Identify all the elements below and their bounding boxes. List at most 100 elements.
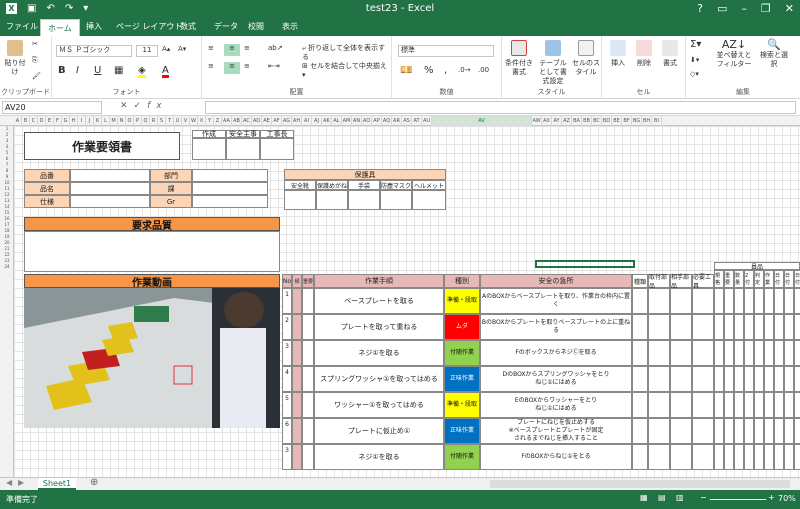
row-check[interactable] bbox=[784, 418, 794, 444]
row-check[interactable] bbox=[774, 340, 784, 366]
zoom-in-icon[interactable]: + bbox=[768, 493, 775, 502]
horizontal-scrollbar[interactable] bbox=[490, 480, 790, 488]
row-kind[interactable]: ムダ bbox=[444, 314, 480, 340]
column-header[interactable]: C bbox=[30, 116, 38, 126]
row-freq[interactable] bbox=[292, 392, 302, 418]
row-step[interactable]: ネジ①を取る bbox=[314, 444, 444, 470]
info-label[interactable]: 課 bbox=[150, 182, 192, 195]
row-check[interactable] bbox=[754, 392, 764, 418]
font-name-select[interactable]: ＭＳ Ｐゴシック bbox=[56, 45, 132, 57]
format-table-button[interactable]: テーブルとして書式設定 bbox=[536, 40, 570, 86]
enter-icon[interactable]: ✓ bbox=[134, 101, 148, 111]
row-check[interactable] bbox=[784, 340, 794, 366]
row-mate[interactable] bbox=[670, 288, 692, 314]
row-check[interactable] bbox=[794, 366, 800, 392]
row-part[interactable] bbox=[648, 314, 670, 340]
column-header[interactable]: BA bbox=[572, 116, 582, 126]
align-middle-icon[interactable]: ≡ bbox=[224, 44, 240, 56]
row-check[interactable] bbox=[744, 392, 754, 418]
column-header[interactable]: AW bbox=[532, 116, 542, 126]
column-header[interactable]: O bbox=[126, 116, 134, 126]
row-check[interactable] bbox=[784, 288, 794, 314]
column-header[interactable]: AF bbox=[272, 116, 282, 126]
info-value[interactable] bbox=[192, 182, 268, 195]
info-value[interactable] bbox=[192, 169, 268, 182]
column-header[interactable]: AY bbox=[552, 116, 562, 126]
col-subheader[interactable]: 日付 bbox=[794, 270, 800, 288]
row-part[interactable] bbox=[648, 392, 670, 418]
approval-label[interactable]: 安全主事 bbox=[226, 130, 260, 138]
row-check[interactable] bbox=[774, 418, 784, 444]
column-header[interactable]: T bbox=[166, 116, 174, 126]
col-subheader[interactable]: 日付 bbox=[774, 270, 784, 288]
row-check[interactable] bbox=[774, 444, 784, 470]
col-header-mate[interactable]: 相手部品 bbox=[670, 274, 692, 290]
format-cells-button[interactable]: 書式 bbox=[658, 40, 682, 68]
row-check[interactable] bbox=[734, 392, 744, 418]
row-check[interactable] bbox=[784, 392, 794, 418]
column-header[interactable]: AV bbox=[432, 116, 532, 126]
column-header[interactable]: BG bbox=[632, 116, 642, 126]
protective-item[interactable]: 防塵マスク bbox=[380, 180, 412, 190]
row-check[interactable] bbox=[714, 314, 724, 340]
row-header[interactable]: 24 bbox=[0, 264, 14, 270]
column-header[interactable]: AZ bbox=[562, 116, 572, 126]
row-safety[interactable]: AのBOXからベースプレートを取り、作業台の枠内に置く bbox=[480, 288, 632, 314]
col-header-no[interactable]: No bbox=[282, 274, 292, 288]
column-header[interactable]: X bbox=[198, 116, 206, 126]
approval-stamp[interactable] bbox=[226, 138, 260, 160]
row-kind[interactable]: 付随作業 bbox=[444, 444, 480, 470]
zoom-out-icon[interactable]: − bbox=[700, 493, 707, 502]
row-check[interactable] bbox=[784, 366, 794, 392]
sheet-tab-sheet1[interactable]: Sheet1 bbox=[38, 478, 76, 490]
protective-item[interactable]: 手袋 bbox=[348, 180, 380, 190]
row-step[interactable]: ワッシャー①を取ってはめる bbox=[314, 392, 444, 418]
info-label[interactable]: 品番 bbox=[24, 169, 70, 182]
protective-check[interactable] bbox=[380, 190, 412, 210]
column-header[interactable]: AI bbox=[302, 116, 312, 126]
row-check[interactable] bbox=[764, 314, 774, 340]
row-safety[interactable]: BのBOXからプレートを取りベースプレートの上に重ねる bbox=[480, 314, 632, 340]
row-tool[interactable] bbox=[692, 444, 714, 470]
row-check[interactable] bbox=[784, 444, 794, 470]
name-box[interactable]: AV20 bbox=[2, 101, 102, 114]
cut-icon[interactable]: ✂ bbox=[32, 40, 38, 49]
row-no[interactable]: 4 bbox=[282, 366, 292, 392]
row-safety[interactable]: FのボックスからネジⒸを取る bbox=[480, 340, 632, 366]
row-kind[interactable]: 正味作業 bbox=[444, 366, 480, 392]
tab-view[interactable]: 表示 bbox=[282, 21, 298, 32]
column-header[interactable]: AQ bbox=[382, 116, 392, 126]
protective-check[interactable] bbox=[316, 190, 348, 210]
row-tool[interactable] bbox=[692, 392, 714, 418]
autosum-icon[interactable]: Σ▾ bbox=[690, 40, 701, 50]
row-safety[interactable]: EのBOXからワッシャーをとり ねじ①にはめる bbox=[480, 392, 632, 418]
col-header-type[interactable]: 種類 bbox=[632, 274, 648, 288]
document-title[interactable]: 作業要領書 bbox=[24, 132, 180, 160]
protective-check[interactable] bbox=[348, 190, 380, 210]
border-icon[interactable]: ▦ bbox=[114, 66, 123, 76]
align-left-icon[interactable]: ≡ bbox=[208, 62, 214, 71]
tab-data[interactable]: データ bbox=[214, 21, 238, 32]
column-header[interactable]: P bbox=[134, 116, 142, 126]
row-kind[interactable]: 準備・段取 bbox=[444, 392, 480, 418]
row-check[interactable] bbox=[724, 314, 734, 340]
row-check[interactable] bbox=[754, 340, 764, 366]
row-important[interactable] bbox=[302, 288, 314, 314]
indent-icon[interactable]: ⇤⇥ bbox=[268, 62, 280, 71]
row-important[interactable] bbox=[302, 392, 314, 418]
column-header[interactable]: BB bbox=[582, 116, 592, 126]
column-header[interactable]: S bbox=[158, 116, 166, 126]
column-header[interactable]: AN bbox=[352, 116, 362, 126]
info-label[interactable]: Gr bbox=[150, 195, 192, 208]
sheet-nav-right-icon[interactable]: ▶ bbox=[18, 478, 24, 487]
page-layout-icon[interactable]: ▤ bbox=[658, 493, 666, 502]
column-header[interactable]: BD bbox=[602, 116, 612, 126]
tab-insert[interactable]: 挿入 bbox=[86, 21, 102, 32]
minimize-button[interactable]: – bbox=[741, 2, 747, 15]
column-header[interactable]: AC bbox=[242, 116, 252, 126]
col-header-tool[interactable]: 必要工具 bbox=[692, 274, 714, 290]
column-header[interactable]: BH bbox=[642, 116, 652, 126]
column-header[interactable]: E bbox=[46, 116, 54, 126]
row-check[interactable] bbox=[754, 366, 764, 392]
column-header[interactable]: AM bbox=[342, 116, 352, 126]
